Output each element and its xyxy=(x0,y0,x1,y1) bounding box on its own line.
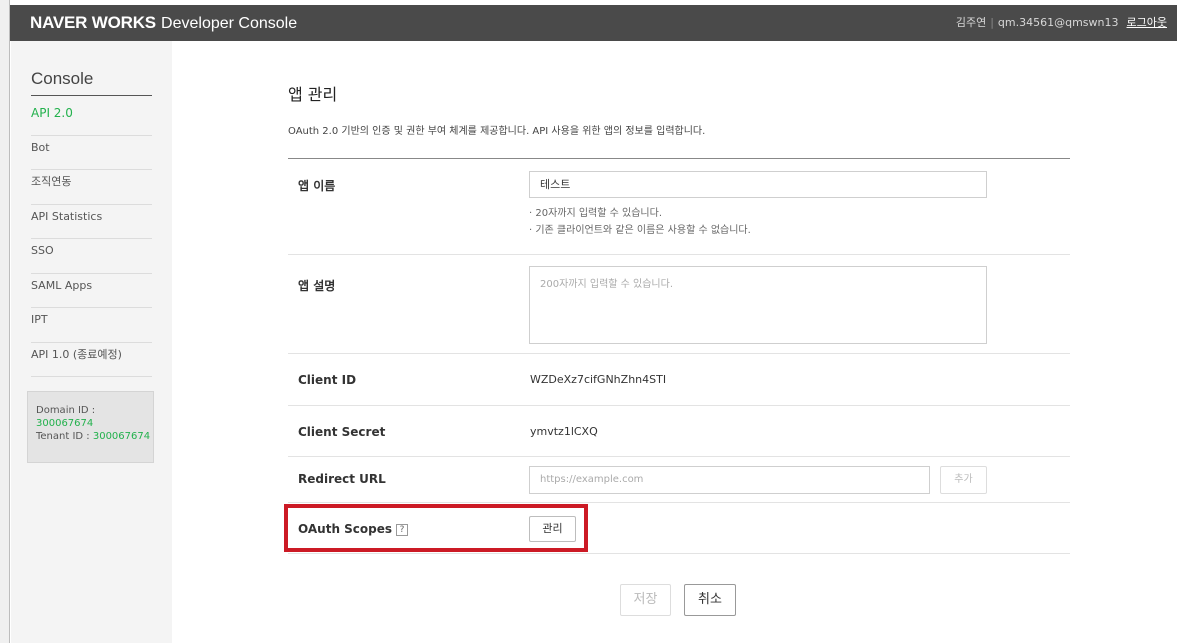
sidebar: Console API 2.0 Bot 조직연동 API Statistics … xyxy=(11,41,172,643)
window-left-border xyxy=(0,0,10,643)
user-email: qm.34561@qmswn13 xyxy=(997,16,1119,29)
user-info: 김주연 | qm.34561@qmswn13 로그아웃 xyxy=(956,5,1167,41)
app-name-input[interactable]: 테스트 xyxy=(529,171,987,198)
user-name: 김주연 xyxy=(955,16,987,29)
domain-id-label: Domain ID : xyxy=(36,405,96,416)
sidebar-title: Console xyxy=(31,69,152,96)
highlight-box xyxy=(284,504,588,552)
sidebar-item-api-2-0[interactable]: API 2.0 xyxy=(31,101,152,136)
sidebar-item-api-1-0[interactable]: API 1.0 (종료예정) xyxy=(31,343,152,377)
page-description: OAuth 2.0 기반의 인증 및 권한 부여 체계를 제공합니다. API … xyxy=(288,126,706,137)
brand-name: NAVER WORKS xyxy=(30,13,156,32)
brand-subtitle: Developer Console xyxy=(161,15,298,32)
form-row-client-id: Client ID WZDeXz7cifGNhZhn4STI xyxy=(288,354,1070,406)
logout-link[interactable]: 로그아웃 xyxy=(1127,16,1167,29)
user-separator: | xyxy=(990,16,994,29)
app-name-hint-2: · 기존 클라이언트와 같은 이름은 사용할 수 없습니다. xyxy=(529,225,751,236)
sidebar-item-sso[interactable]: SSO xyxy=(31,239,152,274)
brand-logo[interactable]: NAVER WORKS Developer Console xyxy=(30,5,297,41)
sidebar-item-ipt[interactable]: IPT xyxy=(31,308,152,343)
cancel-button[interactable]: 취소 xyxy=(684,584,736,616)
app-name-hint-1: · 20자까지 입력할 수 있습니다. xyxy=(529,208,662,219)
tenant-id-value: 300067674 xyxy=(92,431,151,442)
client-id-value: WZDeXz7cifGNhZhn4STI xyxy=(530,373,667,386)
app-name-label: 앱 이름 xyxy=(298,179,336,193)
app-description-label: 앱 설명 xyxy=(298,279,336,293)
redirect-url-input[interactable]: https://example.com xyxy=(529,466,930,494)
form-row-app-description: 앱 설명 200자까지 입력할 수 있습니다. xyxy=(288,255,1070,354)
redirect-url-label: Redirect URL xyxy=(298,472,386,486)
tenant-id-label: Tenant ID : xyxy=(36,431,93,442)
client-secret-value: ymvtz1lCXQ xyxy=(530,425,598,438)
sidebar-item-org-sync[interactable]: 조직연동 xyxy=(31,170,152,205)
sidebar-nav: API 2.0 Bot 조직연동 API Statistics SSO SAML… xyxy=(31,101,152,377)
sidebar-item-saml-apps[interactable]: SAML Apps xyxy=(31,274,152,308)
client-id-label: Client ID xyxy=(298,373,357,387)
form-row-redirect-url: Redirect URL https://example.com 추가 xyxy=(288,457,1070,503)
domain-id-value: 300067674 xyxy=(36,418,94,429)
redirect-url-add-button[interactable]: 추가 xyxy=(940,466,987,494)
top-header-bar: NAVER WORKS Developer Console 김주연 | qm.345… xyxy=(10,5,1177,41)
domain-info-box: Domain ID : 300067674 Tenant ID : 300067… xyxy=(27,391,154,463)
form-row-app-name: 앱 이름 테스트 · 20자까지 입력할 수 있습니다. · 기존 클라이언트와… xyxy=(288,159,1070,255)
client-secret-label: Client Secret xyxy=(298,425,386,439)
form-row-client-secret: Client Secret ymvtz1lCXQ xyxy=(288,406,1070,457)
page-title: 앱 관리 xyxy=(288,85,338,104)
sidebar-item-api-statistics[interactable]: API Statistics xyxy=(31,205,152,239)
app-description-textarea[interactable]: 200자까지 입력할 수 있습니다. xyxy=(529,266,987,344)
save-button[interactable]: 저장 xyxy=(620,584,671,616)
sidebar-item-bot[interactable]: Bot xyxy=(31,136,152,170)
